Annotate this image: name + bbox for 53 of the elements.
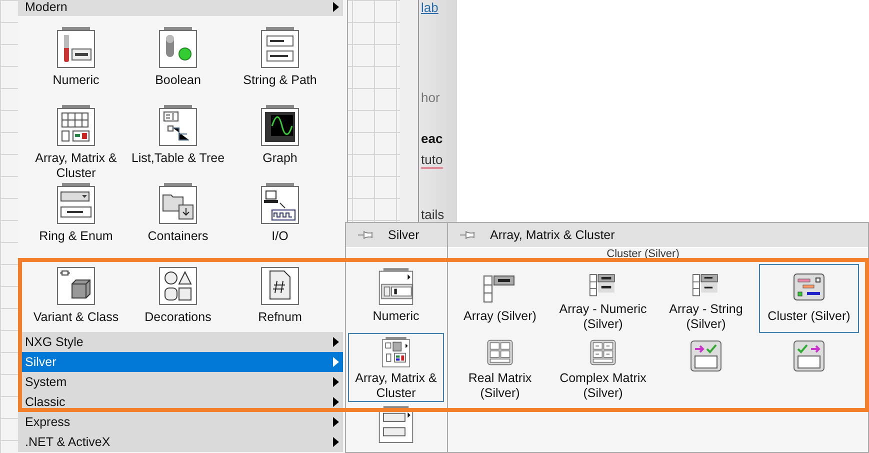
palette-item[interactable]: Ring & Enum: [25, 183, 127, 251]
palette-item[interactable]: Array - String (Silver): [656, 264, 756, 333]
page-text: hor: [421, 90, 440, 105]
palette-title: Array, Matrix & Cluster: [490, 228, 615, 242]
palette-header[interactable]: Modern: [18, 0, 343, 16]
palette-item[interactable]: Decorations: [127, 264, 229, 325]
category-label: .NET & ActiveX: [25, 435, 110, 449]
ring-selector-icon: [56, 183, 96, 225]
palette-item[interactable]: I/O: [229, 183, 331, 251]
folder-icon: [158, 183, 198, 225]
array-grid-icon: [56, 105, 96, 147]
toggle-switch-icon: [158, 27, 198, 69]
palette-item[interactable]: Real Matrix (Silver): [450, 333, 550, 402]
palette-item[interactable]: Complex Matrix (Silver): [553, 333, 653, 402]
palette-item[interactable]: Variant & Class: [25, 264, 127, 325]
tooltip-label: Cluster (Silver): [606, 248, 680, 260]
category-label: Express: [25, 415, 70, 429]
page-heading: eac: [421, 131, 443, 146]
ring-selector-icon: [378, 406, 414, 444]
waveform-graph-icon: [260, 105, 300, 147]
thermometer-icon: [56, 27, 96, 69]
cube-icon: [56, 264, 96, 306]
palette-item[interactable]: Numeric: [348, 264, 444, 333]
palette-item[interactable]: Boolean: [127, 27, 229, 103]
category-item[interactable]: .NET & ActiveX: [18, 432, 343, 452]
palette-item[interactable]: Cluster (Silver): [759, 264, 859, 333]
palette-item[interactable]: Numeric: [25, 27, 127, 103]
tree-list-icon: [158, 105, 198, 147]
palette-item[interactable]: Array (Silver): [450, 264, 550, 333]
submenu-arrow-icon: [333, 2, 339, 12]
category-label: Classic: [25, 395, 66, 409]
palette-header-label: Modern: [25, 0, 68, 14]
page-text: tuto: [421, 152, 443, 169]
palette-item[interactable]: Refnum: [229, 264, 331, 325]
palette-item[interactable]: Containers: [127, 183, 229, 251]
category-label: System: [25, 375, 67, 389]
page-link[interactable]: lab: [421, 0, 438, 15]
palette-item[interactable]: Array - Numeric (Silver): [553, 264, 653, 333]
palette-item[interactable]: Array, Matrix & Cluster: [25, 105, 127, 181]
category-label: NXG Style: [25, 335, 84, 349]
numeric-control-icon: [378, 268, 414, 306]
computer-icon: [260, 183, 300, 225]
document-icon: [260, 264, 300, 306]
text-fields-icon: [260, 27, 300, 69]
palette-item[interactable]: String & Path: [229, 27, 331, 103]
palette-item[interactable]: Graph: [229, 105, 331, 181]
palette-item[interactable]: List,Table & Tree: [127, 105, 229, 181]
category-item[interactable]: Express: [18, 412, 343, 432]
page-text: tails: [421, 207, 444, 222]
palette-title: Silver: [388, 228, 420, 242]
category-label: Silver: [25, 355, 56, 369]
shapes-icon: [158, 264, 198, 306]
palette-item[interactable]: Array, Matrix & Cluster: [348, 333, 444, 402]
